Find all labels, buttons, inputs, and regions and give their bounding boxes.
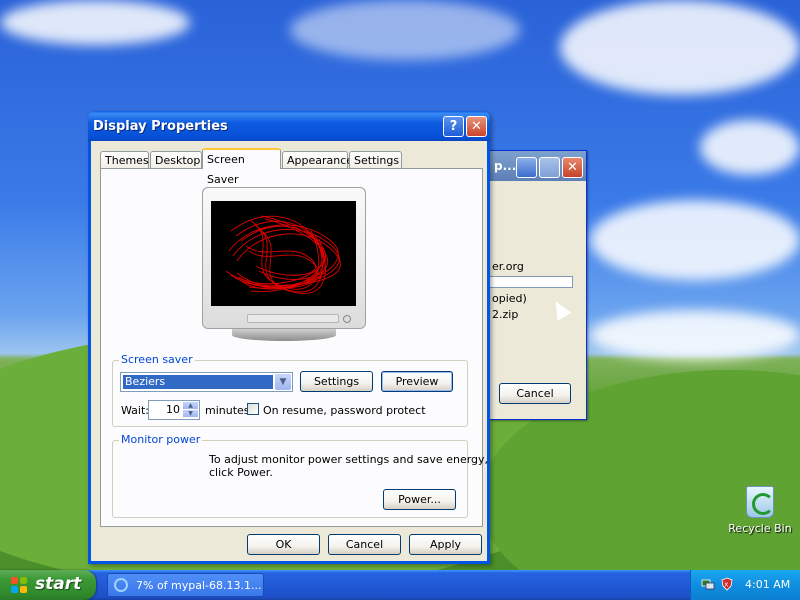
preview-button[interactable]: Preview (381, 371, 453, 392)
wait-minutes-value[interactable]: 10 (166, 403, 180, 416)
password-protect-label[interactable]: On resume, password protect (263, 404, 426, 417)
screen-saver-group-label: Screen saver (119, 353, 195, 366)
cloud (290, 0, 520, 60)
spin-up-icon[interactable]: ▲ (183, 402, 198, 409)
monitor-body (202, 187, 366, 329)
start-button[interactable]: start (0, 570, 96, 600)
windows-logo-icon (11, 577, 28, 594)
cancel-button[interactable]: Cancel (328, 534, 401, 555)
cloud (560, 0, 800, 95)
cloud (0, 0, 190, 45)
tab-appearance[interactable]: Appearance (282, 151, 353, 168)
preview-screen (211, 201, 356, 306)
minutes-label: minutes (205, 404, 250, 417)
taskbar: start 7% of mypal-68.13.1... x 4:01 AM (0, 570, 800, 600)
apply-button[interactable]: Apply (409, 534, 482, 555)
bg-window-status-text: opied) (492, 292, 527, 305)
maximize-button[interactable] (539, 157, 560, 178)
screen-saver-preview-monitor (202, 187, 366, 342)
taskbar-item-download[interactable]: 7% of mypal-68.13.1... (107, 573, 264, 597)
minimize-button[interactable] (516, 157, 537, 178)
system-tray: x 4:01 AM (690, 570, 800, 600)
spinner-buttons[interactable]: ▲ ▼ (183, 402, 198, 418)
screen-saver-select[interactable]: Beziers ▼ (120, 372, 293, 392)
monitor-slot (247, 314, 339, 323)
bg-window-titlebar[interactable]: p... ✕ (490, 151, 586, 181)
start-label: start (35, 574, 82, 594)
cloud (590, 310, 800, 360)
recycle-bin-shortcut[interactable]: Recycle Bin (728, 486, 792, 535)
bg-window-source-text: er.org (492, 260, 524, 273)
screen-saver-selected-value: Beziers (123, 375, 273, 389)
dialog-titlebar[interactable]: Display Properties ? ✕ (88, 111, 490, 141)
tab-desktop[interactable]: Desktop (150, 151, 202, 168)
wait-minutes-spinner[interactable]: 10 ▲ ▼ (148, 400, 200, 420)
password-protect-checkbox[interactable] (247, 403, 259, 415)
bg-close-button[interactable]: ✕ (562, 157, 583, 178)
recycle-bin-label: Recycle Bin (728, 522, 792, 535)
security-shield-icon[interactable]: x (720, 577, 734, 591)
screen-saver-settings-button[interactable]: Settings (300, 371, 373, 392)
spin-down-icon[interactable]: ▼ (183, 410, 198, 417)
monitor-power-group-label: Monitor power (119, 433, 203, 446)
tab-screen-saver[interactable]: Screen Saver (202, 148, 281, 186)
tray-network-icon[interactable] (701, 577, 715, 591)
monitor-stand (232, 329, 336, 341)
wait-label: Wait: (121, 404, 149, 417)
bg-window-file-text: 2.zip (492, 308, 519, 321)
help-button[interactable]: ? (443, 116, 464, 137)
monitor-power-description-line2: click Power. (209, 466, 273, 479)
taskbar-item-label: 7% of mypal-68.13.1... (136, 579, 262, 592)
close-button[interactable]: ✕ (466, 116, 487, 137)
dialog-title: Display Properties (93, 119, 228, 134)
download-progress-bar (490, 276, 573, 288)
chevron-down-icon[interactable]: ▼ (275, 374, 291, 390)
browser-globe-icon (114, 578, 128, 592)
svg-text:x: x (724, 581, 728, 589)
recycle-bin-icon (746, 486, 774, 518)
cloud (590, 200, 800, 280)
tab-themes[interactable]: Themes (100, 151, 149, 168)
clock[interactable]: 4:01 AM (745, 578, 790, 591)
ok-button[interactable]: OK (247, 534, 320, 555)
bg-cancel-button[interactable]: Cancel (499, 383, 571, 404)
beziers-preview-graphic (225, 215, 341, 294)
power-button[interactable]: Power... (383, 489, 456, 510)
download-progress-window[interactable]: p... ✕ er.org opied) 2.zip Cancel (490, 150, 587, 420)
monitor-power-led (343, 315, 351, 323)
cloud (700, 120, 800, 175)
monitor-power-description-line1: To adjust monitor power settings and sav… (209, 453, 489, 466)
tab-settings[interactable]: Settings (349, 151, 402, 168)
bg-window-title: p... (494, 159, 517, 173)
